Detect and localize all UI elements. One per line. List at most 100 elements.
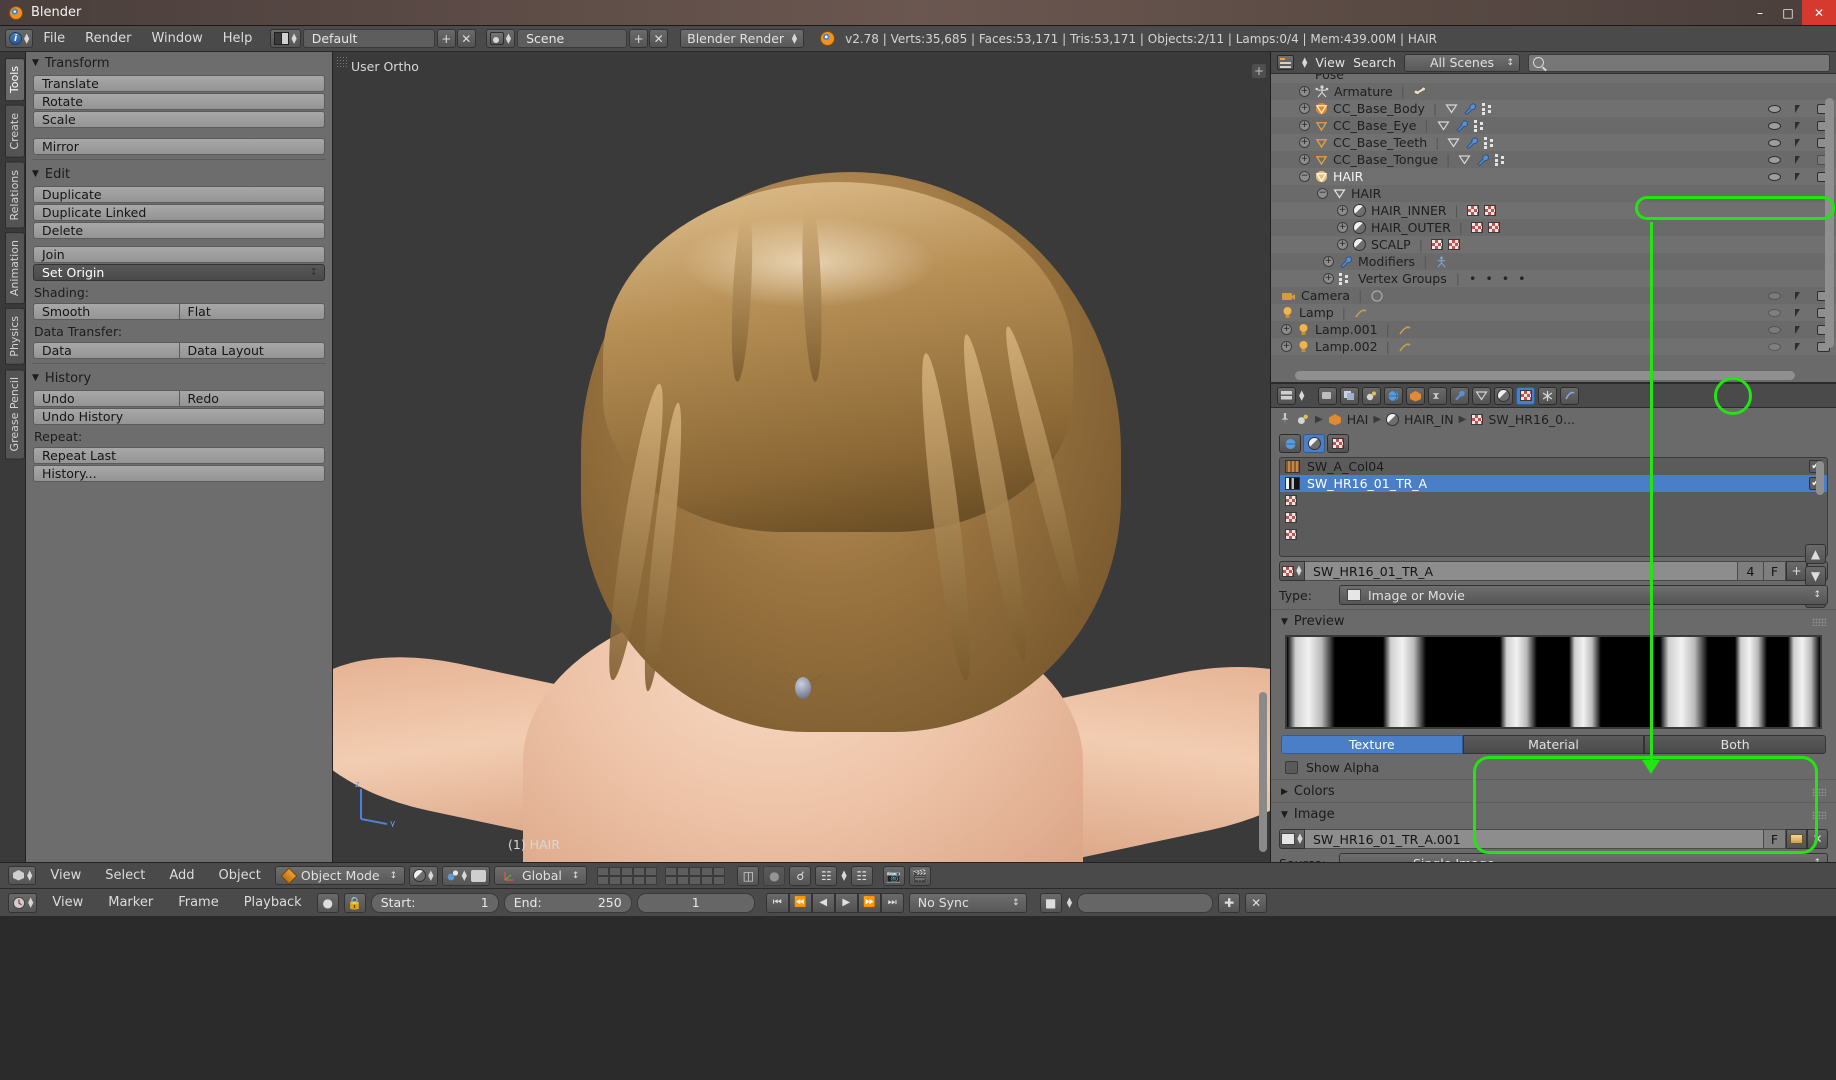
properties-editor-type-icon[interactable] — [1277, 386, 1296, 405]
texture-fake-user-button[interactable]: F — [1764, 561, 1786, 581]
texture-context-brush[interactable] — [1327, 434, 1349, 453]
frame-end-field[interactable]: End: 250 — [503, 892, 632, 913]
show-alpha-row[interactable]: Show Alpha — [1271, 756, 1836, 779]
scene-icon-button[interactable]: ▲ ▼ — [485, 29, 516, 48]
breadcrumb-object[interactable]: HAI — [1347, 412, 1369, 427]
auto-keying-button[interactable]: ● — [316, 892, 339, 913]
undo-button[interactable]: Undo — [33, 390, 180, 407]
insert-keyframe-button[interactable]: ✚ — [1218, 892, 1241, 913]
data-button[interactable]: Data — [33, 342, 180, 359]
texture-list-scrollbar[interactable] — [1816, 461, 1824, 495]
outliner-editor-type-icon[interactable] — [1277, 55, 1294, 70]
smooth-button[interactable]: Smooth — [33, 303, 180, 320]
expand-icon[interactable]: + — [1299, 103, 1310, 114]
menu-file[interactable]: File — [33, 26, 75, 51]
viewport-menu-view[interactable]: View — [40, 863, 91, 888]
collapse-icon[interactable]: − — [1299, 171, 1310, 182]
next-keyframe-button[interactable]: ⏩ — [857, 892, 881, 913]
render-engine-dropdown[interactable]: Blender Render ▲ ▼ — [680, 29, 805, 48]
outliner-row-cc-base-eye[interactable]: + CC_Base_Eye | — [1271, 117, 1836, 134]
image-open-button[interactable] — [1786, 829, 1807, 849]
close-button[interactable]: ✕ — [1802, 0, 1836, 25]
outliner-menu-view[interactable]: View — [1315, 55, 1345, 70]
rotate-button[interactable]: Rotate — [33, 93, 325, 110]
timeline-menu-view[interactable]: View — [42, 889, 93, 916]
texture-context-material[interactable] — [1303, 434, 1325, 453]
texture-user-count[interactable]: 4 — [1738, 561, 1764, 581]
selectable-icon[interactable] — [1795, 325, 1803, 334]
viewport-expand-icon[interactable]: + — [1252, 64, 1266, 78]
history-more-button[interactable]: History... — [33, 465, 325, 482]
repeat-last-button[interactable]: Repeat Last — [33, 447, 325, 464]
pivot-point-button[interactable]: ▲ ▼ — [441, 865, 490, 886]
viewport-grip-icon[interactable] — [336, 56, 348, 68]
texture-slot-row[interactable] — [1280, 509, 1827, 526]
tab-texture[interactable] — [1516, 386, 1536, 405]
preview-tab-texture[interactable]: Texture — [1281, 735, 1463, 754]
render-preview-button[interactable]: 📷 — [882, 865, 905, 886]
tab-scene[interactable] — [1362, 386, 1382, 405]
texture-slot-row[interactable]: SW_HR16_01_TR_A ✔ — [1280, 475, 1827, 492]
translate-button[interactable]: Translate — [33, 75, 325, 92]
image-unlink-button[interactable]: ✕ — [1807, 829, 1828, 849]
sync-mode-dropdown[interactable]: No Sync — [908, 892, 1027, 913]
tab-world[interactable] — [1384, 386, 1404, 405]
selectable-icon[interactable] — [1795, 172, 1803, 181]
breadcrumb-material[interactable]: HAIR_IN — [1404, 412, 1454, 427]
transform-orientation-dropdown[interactable]: Global — [493, 866, 588, 885]
tool-tab-create[interactable]: Create — [5, 105, 25, 158]
colors-panel-header[interactable]: ▶ Colors — [1271, 779, 1836, 802]
current-frame-field[interactable]: 1 — [636, 892, 755, 913]
outliner-row-camera[interactable]: Camera | — [1271, 287, 1836, 304]
texture-slot-row[interactable] — [1280, 526, 1827, 543]
snap-magnet-button[interactable]: ☌ — [789, 865, 812, 886]
image-datablock-icon-button[interactable]: ▲ ▼ — [1279, 829, 1305, 849]
scene-layers-block-1[interactable] — [597, 866, 658, 885]
menu-render[interactable]: Render — [75, 26, 141, 51]
outliner-row-lamp[interactable]: Lamp | — [1271, 304, 1836, 321]
keying-set-button[interactable]: ■ — [1039, 892, 1062, 913]
lock-camera-button[interactable]: ◫ — [737, 865, 760, 886]
breadcrumb-texture[interactable]: SW_HR16_0... — [1488, 412, 1575, 427]
jump-to-start-button[interactable]: ⏮ — [765, 892, 789, 913]
timeline-menu-marker[interactable]: Marker — [98, 889, 163, 916]
image-panel-header[interactable]: ▼ Image — [1271, 802, 1836, 825]
outliner-row-armature[interactable]: + Armature | — [1271, 83, 1836, 100]
tool-tab-animation[interactable]: Animation — [5, 232, 25, 305]
tab-render-layers[interactable] — [1340, 386, 1360, 405]
visibility-icon[interactable] — [1768, 155, 1781, 164]
outliner-row-modifiers[interactable]: + Modifiers | — [1271, 253, 1836, 270]
expand-icon[interactable]: + — [1323, 256, 1334, 267]
timeline-editor-type-button[interactable]: ▲ ▼ — [8, 892, 38, 913]
add-scene-button[interactable]: + — [629, 29, 649, 48]
outliner-row-hair-outer[interactable]: + HAIR_OUTER | — [1271, 219, 1836, 236]
outliner-row-vertex-groups[interactable]: + Vertex Groups | •••• — [1271, 270, 1836, 287]
expand-icon[interactable]: + — [1281, 341, 1292, 352]
delete-scene-button[interactable]: ✕ — [649, 29, 669, 48]
outliner-vertical-scrollbar[interactable] — [1825, 98, 1834, 348]
selectable-icon[interactable] — [1795, 155, 1803, 164]
scene-layers-block-2[interactable] — [665, 866, 726, 885]
history-panel-header[interactable]: ▼ History — [26, 367, 332, 389]
join-button[interactable]: Join — [33, 246, 325, 263]
minimize-button[interactable]: – — [1746, 0, 1774, 25]
maximize-button[interactable]: □ — [1774, 0, 1802, 25]
opengl-render-button[interactable]: 🎬 — [908, 865, 931, 886]
frame-start-field[interactable]: Start: 1 — [370, 892, 499, 913]
outliner-search-input[interactable] — [1528, 53, 1830, 72]
preview-panel-header[interactable]: ▼ Preview — [1271, 609, 1836, 632]
selectable-icon[interactable] — [1795, 138, 1803, 147]
expand-icon[interactable]: + — [1281, 324, 1292, 335]
texture-context-world[interactable] — [1279, 434, 1301, 453]
tool-tab-physics[interactable]: Physics — [5, 308, 25, 365]
tab-physics[interactable] — [1560, 386, 1580, 405]
scale-button[interactable]: Scale — [33, 111, 325, 128]
tool-tab-tools[interactable]: Tools — [5, 58, 25, 102]
visibility-icon[interactable] — [1768, 325, 1781, 334]
transform-panel-header[interactable]: ▼ Transform — [26, 52, 332, 74]
selectable-icon[interactable] — [1795, 121, 1803, 130]
tab-constraints[interactable] — [1428, 386, 1448, 405]
viewport-shading-button[interactable]: ▲ ▼ — [409, 865, 438, 886]
selectable-icon[interactable] — [1795, 308, 1803, 317]
redo-button[interactable]: Redo — [179, 390, 325, 407]
